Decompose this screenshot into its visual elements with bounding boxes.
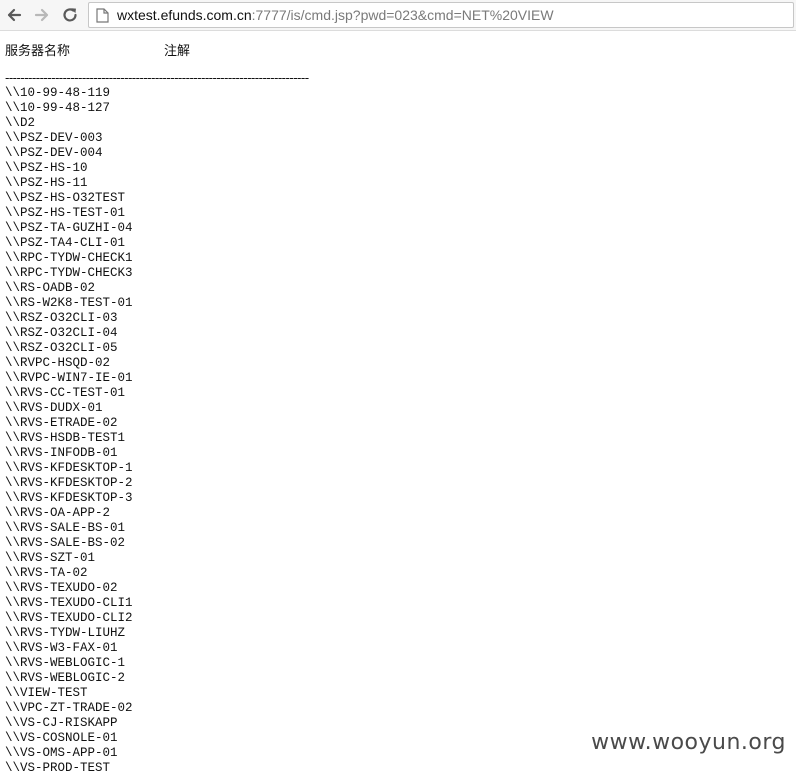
server-list-item: \\PSZ-TA-GUZHI-04 [5,221,133,235]
browser-toolbar: wxtest.efunds.com.cn:7777/is/cmd.jsp?pwd… [0,0,796,31]
server-list-item: \\VPC-ZT-TRADE-02 [5,701,133,715]
server-list-item: \\RVS-TEXUDO-CLI2 [5,611,133,625]
server-list-item: \\RVS-KFDESKTOP-1 [5,461,133,475]
server-list-item: \\RVS-DUDX-01 [5,401,103,415]
server-list-item: \\RVS-INFODB-01 [5,446,118,460]
server-list-item: \\PSZ-DEV-003 [5,131,103,145]
server-list-item: \\RVS-KFDESKTOP-2 [5,476,133,490]
server-list-item: \\RSZ-O32CLI-03 [5,311,118,325]
page-icon [96,8,109,23]
separator-line: ----------------------------------------… [5,71,309,86]
server-list-item: \\RVS-WEBLOGIC-2 [5,671,126,685]
server-list-item: \\PSZ-HS-O32TEST [5,191,126,205]
server-list-item: \\VIEW-TEST [5,686,88,700]
server-list-item: \\RS-OADB-02 [5,281,96,295]
watermark: www.wooyun.org [591,730,786,755]
url-host: wxtest.efunds.com.cn [117,7,252,23]
back-button[interactable] [3,4,25,26]
server-list-item: \\VS-COSNOLE-01 [5,731,118,745]
forward-button[interactable] [31,4,53,26]
server-list-item: \\PSZ-HS-11 [5,176,88,190]
server-list-item: \\RPC-TYDW-CHECK1 [5,251,133,265]
server-list-item: \\RSZ-O32CLI-04 [5,326,118,340]
url-text[interactable]: wxtest.efunds.com.cn:7777/is/cmd.jsp?pwd… [117,7,554,23]
server-list-item: \\RVS-TEXUDO-02 [5,581,118,595]
server-list-item: \\RVS-WEBLOGIC-1 [5,656,126,670]
arrow-left-icon [7,8,22,22]
arrow-right-icon [34,8,49,22]
server-list-item: \\PSZ-DEV-004 [5,146,103,160]
server-list-item: \\RVS-ETRADE-02 [5,416,118,430]
server-list-item: \\D2 [5,116,36,130]
server-name-header: 服务器名称 [5,44,71,59]
server-list-item: \\RVS-TA-02 [5,566,88,580]
server-list-item: \\VS-CJ-RISKAPP [5,716,118,730]
server-list-item: \\PSZ-HS-10 [5,161,88,175]
server-list-item: \\RVS-KFDESKTOP-3 [5,491,133,505]
server-list-item: \\RSZ-O32CLI-05 [5,341,118,355]
server-list-item: \\RVS-TEXUDO-CLI1 [5,596,133,610]
url-path: :7777/is/cmd.jsp?pwd=023&cmd=NET%20VIEW [251,7,554,23]
page-content: 服务器名称 注解 [5,40,791,59]
address-bar[interactable]: wxtest.efunds.com.cn:7777/is/cmd.jsp?pwd… [88,2,794,28]
remark-header: 注解 [164,44,191,59]
server-list: \\10-99-48-119 \\10-99-48-127 \\D2 \\PSZ-DE… [5,86,133,776]
server-list-item: \\RVS-HSDB-TEST1 [5,431,126,445]
server-list-item: \\RVPC-HSQD-02 [5,356,111,370]
server-list-item: \\RVS-W3-FAX-01 [5,641,118,655]
server-list-item: \\VS-OMS-APP-01 [5,746,118,760]
server-list-item: \\RS-W2K8-TEST-01 [5,296,133,310]
server-list-item: \\RVPC-WIN7-IE-01 [5,371,133,385]
server-list-item: \\RVS-SALE-BS-01 [5,521,126,535]
server-list-item: \\RVS-OA-APP-2 [5,506,111,520]
server-list-item: \\RVS-SZT-01 [5,551,96,565]
reload-icon [63,8,77,22]
server-list-item: \\PSZ-HS-TEST-01 [5,206,126,220]
server-list-item: \\RVS-TYDW-LIUHZ [5,626,126,640]
server-list-item: \\RPC-TYDW-CHECK3 [5,266,133,280]
server-list-item: \\PSZ-TA4-CLI-01 [5,236,126,250]
reload-button[interactable] [59,4,81,26]
server-list-item: \\10-99-48-119 [5,86,111,100]
server-list-item: \\RVS-SALE-BS-02 [5,536,126,550]
server-list-item: \\RVS-CC-TEST-01 [5,386,126,400]
server-list-item: \\10-99-48-127 [5,101,111,115]
column-headers: 服务器名称 注解 [5,40,791,59]
